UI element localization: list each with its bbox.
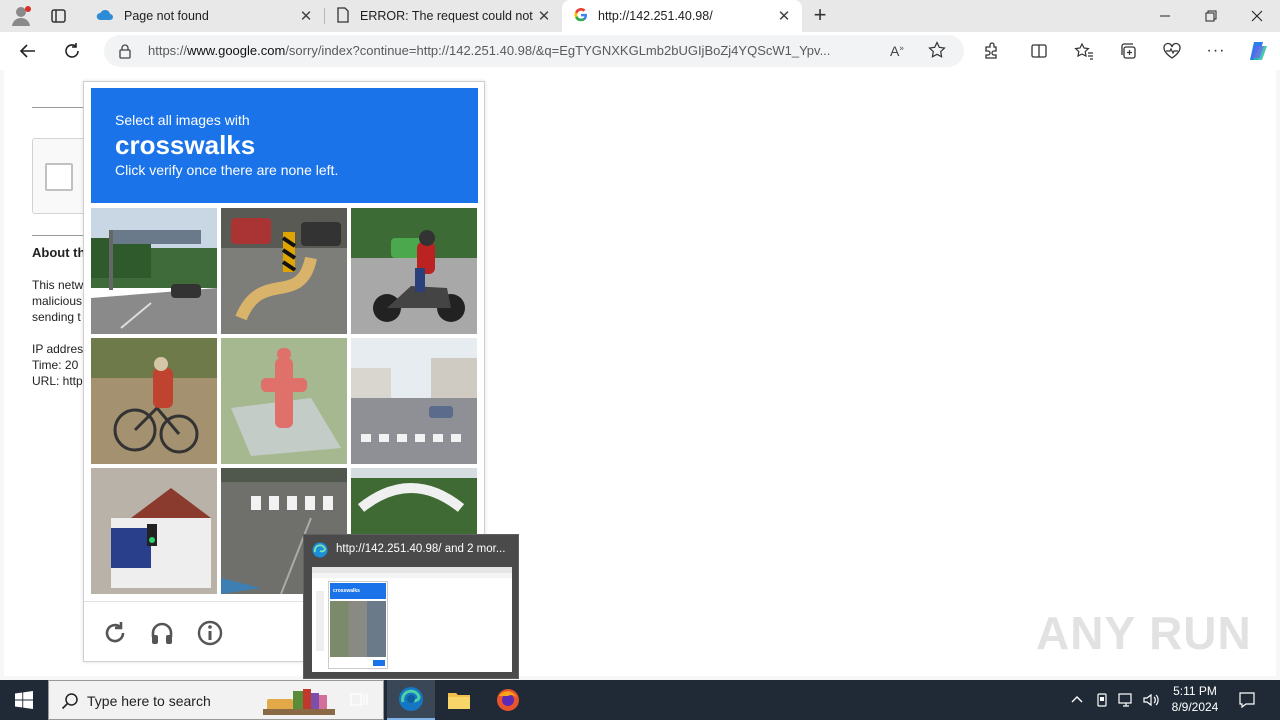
google-icon	[574, 7, 588, 25]
reload-button[interactable]	[56, 35, 88, 67]
tab-title: ERROR: The request could not be	[360, 9, 536, 23]
tile-street-crosswalk[interactable]	[351, 338, 477, 464]
device-tray-icon[interactable]	[1095, 692, 1109, 711]
edge-icon	[312, 542, 328, 561]
recaptcha-checkbox[interactable]	[45, 163, 73, 191]
tile-road-barrier[interactable]	[221, 208, 347, 334]
tab-active[interactable]: http://142.251.40.98/ ✕	[562, 0, 802, 32]
reload-icon[interactable]	[101, 619, 129, 647]
thumbnail-heading: crosswalks	[333, 588, 360, 594]
read-aloud-icon[interactable]: A»	[890, 43, 904, 59]
tile-highway-sign[interactable]	[91, 208, 217, 334]
close-tab-icon[interactable]: ✕	[298, 7, 314, 25]
thumbnail-preview[interactable]: crosswalks	[312, 567, 512, 672]
tile-fire-hydrant[interactable]	[221, 338, 347, 464]
url-domain: www.google.com	[187, 43, 286, 58]
profile-avatar-icon[interactable]	[8, 4, 36, 28]
page-line: This netw	[32, 278, 84, 292]
thumbnail-title: http://142.251.40.98/ and 2 mor...	[336, 543, 506, 555]
audio-icon[interactable]	[148, 619, 176, 647]
copilot-icon[interactable]	[1242, 35, 1274, 67]
close-tab-icon[interactable]: ✕	[536, 7, 552, 25]
volume-icon[interactable]	[1142, 692, 1160, 711]
split-screen-icon[interactable]	[1023, 35, 1055, 67]
collections-icon[interactable]	[1112, 35, 1144, 67]
page-heading: About th	[32, 245, 86, 260]
browser-toolbar: https://www.google.com/sorry/index?conti…	[0, 32, 1280, 70]
clock-date: 8/9/2024	[1171, 700, 1219, 714]
tab-title: Page not found	[124, 9, 209, 23]
windows-taskbar: Type here to search 5:11 PM 8/9/2024	[0, 680, 1280, 720]
page-line: sending t	[32, 310, 81, 324]
clock-time: 5:11 PM	[1173, 684, 1217, 698]
url-text[interactable]: https://www.google.com/sorry/index?conti…	[148, 43, 878, 58]
address-bar[interactable]: https://www.google.com/sorry/index?conti…	[104, 35, 964, 67]
new-tab-button[interactable]: +	[808, 3, 832, 27]
favorite-star-icon[interactable]	[928, 41, 946, 62]
page-line: Time: 20	[32, 358, 79, 372]
minimize-button[interactable]	[1142, 0, 1188, 32]
tab-error[interactable]: ERROR: The request could not be ✕	[324, 0, 562, 32]
info-icon[interactable]	[196, 619, 224, 647]
edge-taskbar-icon[interactable]	[387, 680, 435, 720]
captcha-instruction: Select all images with	[115, 112, 250, 128]
search-icon	[61, 692, 79, 713]
page-line: URL: http	[32, 374, 83, 388]
notifications-icon[interactable]	[1238, 691, 1256, 712]
url-path: /sorry/index?continue=http://142.251.40.…	[285, 43, 831, 58]
back-button[interactable]	[12, 35, 44, 67]
taskbar-thumbnail-popup[interactable]: http://142.251.40.98/ and 2 mor... cross…	[303, 534, 519, 679]
extensions-icon[interactable]	[975, 35, 1007, 67]
close-window-button[interactable]	[1234, 0, 1280, 32]
tile-bicycle[interactable]	[91, 338, 217, 464]
lock-icon[interactable]	[118, 43, 132, 62]
watermark-logo: ANY RUN	[1036, 607, 1252, 659]
cloud-icon	[96, 8, 114, 25]
windows-start-button[interactable]	[0, 680, 48, 720]
url-prefix: https://	[148, 43, 188, 58]
tile-motorcycle[interactable]	[351, 208, 477, 334]
more-menu-icon[interactable]: ···	[1200, 35, 1232, 67]
tile-building-traffic-light[interactable]	[91, 468, 217, 594]
performance-heart-icon[interactable]	[1156, 35, 1188, 67]
page-line: IP addres	[32, 342, 84, 356]
favorites-icon[interactable]	[1068, 35, 1100, 67]
file-explorer-icon[interactable]	[435, 680, 483, 720]
taskbar-search-box[interactable]: Type here to search	[48, 680, 384, 720]
tray-chevron-icon[interactable]	[1070, 692, 1084, 709]
tab-page-not-found[interactable]: Page not found ✕	[84, 0, 324, 32]
close-tab-icon[interactable]: ✕	[776, 7, 792, 25]
search-placeholder: Type here to search	[87, 693, 211, 709]
network-icon[interactable]	[1118, 692, 1136, 711]
tab-actions-icon[interactable]	[50, 8, 68, 24]
firefox-icon[interactable]	[484, 680, 532, 720]
task-view-icon[interactable]	[336, 680, 384, 720]
tab-bar: Page not found ✕ ERROR: The request coul…	[0, 0, 1280, 32]
captcha-hint: Click verify once there are none left.	[115, 162, 339, 178]
document-icon	[336, 6, 350, 26]
restore-button[interactable]	[1188, 0, 1234, 32]
tab-title: http://142.251.40.98/	[598, 9, 713, 23]
clock[interactable]: 5:11 PM 8/9/2024	[1166, 683, 1224, 715]
captcha-target: crosswalks	[115, 130, 256, 160]
captcha-header: Select all images with crosswalks Click …	[91, 88, 478, 203]
page-line: malicious	[32, 294, 83, 308]
